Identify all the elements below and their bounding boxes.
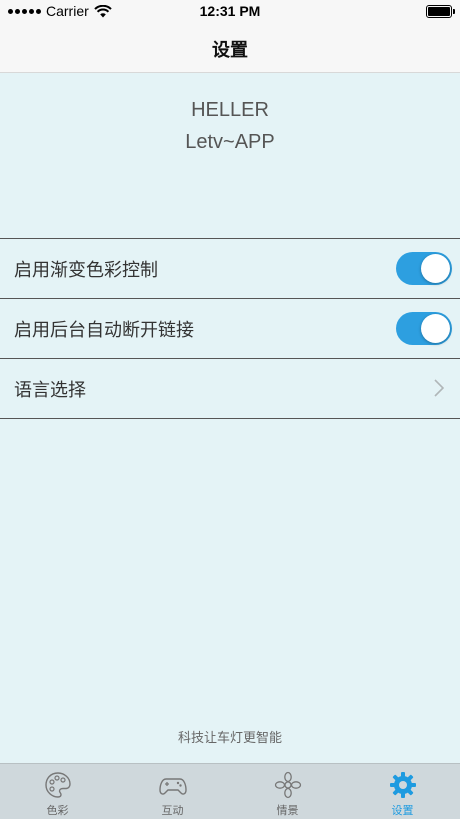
tab-label: 情景: [276, 804, 299, 817]
settings-row-label: 启用渐变色彩控制: [14, 259, 158, 281]
brand-name: HELLER: [191, 99, 269, 121]
tab-label: 设置: [391, 804, 414, 817]
status-bar: Carrier 12:31 PM: [0, 0, 460, 24]
settings-row-label: 语言选择: [14, 379, 86, 401]
status-time: 12:31 PM: [199, 3, 261, 19]
gamepad-icon: [158, 778, 187, 795]
tab-label: 互动: [161, 804, 184, 817]
gradient-color-toggle[interactable]: [396, 252, 452, 285]
settings-row-auto-disconnect[interactable]: 启用后台自动断开链接: [0, 298, 460, 358]
tab-settings[interactable]: 设置: [345, 764, 460, 819]
navigation-bar: 设置: [0, 24, 460, 73]
battery-icon: [426, 5, 455, 18]
settings-list: 启用渐变色彩控制 启用后台自动断开链接 语言选择: [0, 238, 460, 419]
settings-row-language[interactable]: 语言选择: [0, 358, 460, 419]
tab-interact[interactable]: 互动: [115, 764, 230, 819]
tab-label: 色彩: [46, 804, 69, 817]
flower-icon: [274, 771, 301, 799]
palette-icon: [44, 772, 71, 798]
tab-color[interactable]: 色彩: [0, 764, 115, 819]
app-header: HELLER Letv~APP: [0, 94, 460, 158]
settings-row-label: 启用后台自动断开链接: [14, 319, 194, 341]
app-name: Letv~APP: [185, 131, 275, 153]
gear-icon: [389, 772, 416, 798]
toggle-knob: [421, 314, 450, 343]
tab-scene[interactable]: 情景: [230, 764, 345, 819]
auto-disconnect-toggle[interactable]: [396, 312, 452, 345]
toggle-knob: [421, 254, 450, 283]
chevron-right-icon: [434, 379, 444, 397]
footer-slogan: 科技让车灯更智能: [177, 731, 282, 746]
settings-row-gradient-color[interactable]: 启用渐变色彩控制: [0, 238, 460, 298]
page-title: 设置: [212, 40, 248, 61]
tab-bar: 色彩 互动 情景 设置: [0, 763, 460, 819]
